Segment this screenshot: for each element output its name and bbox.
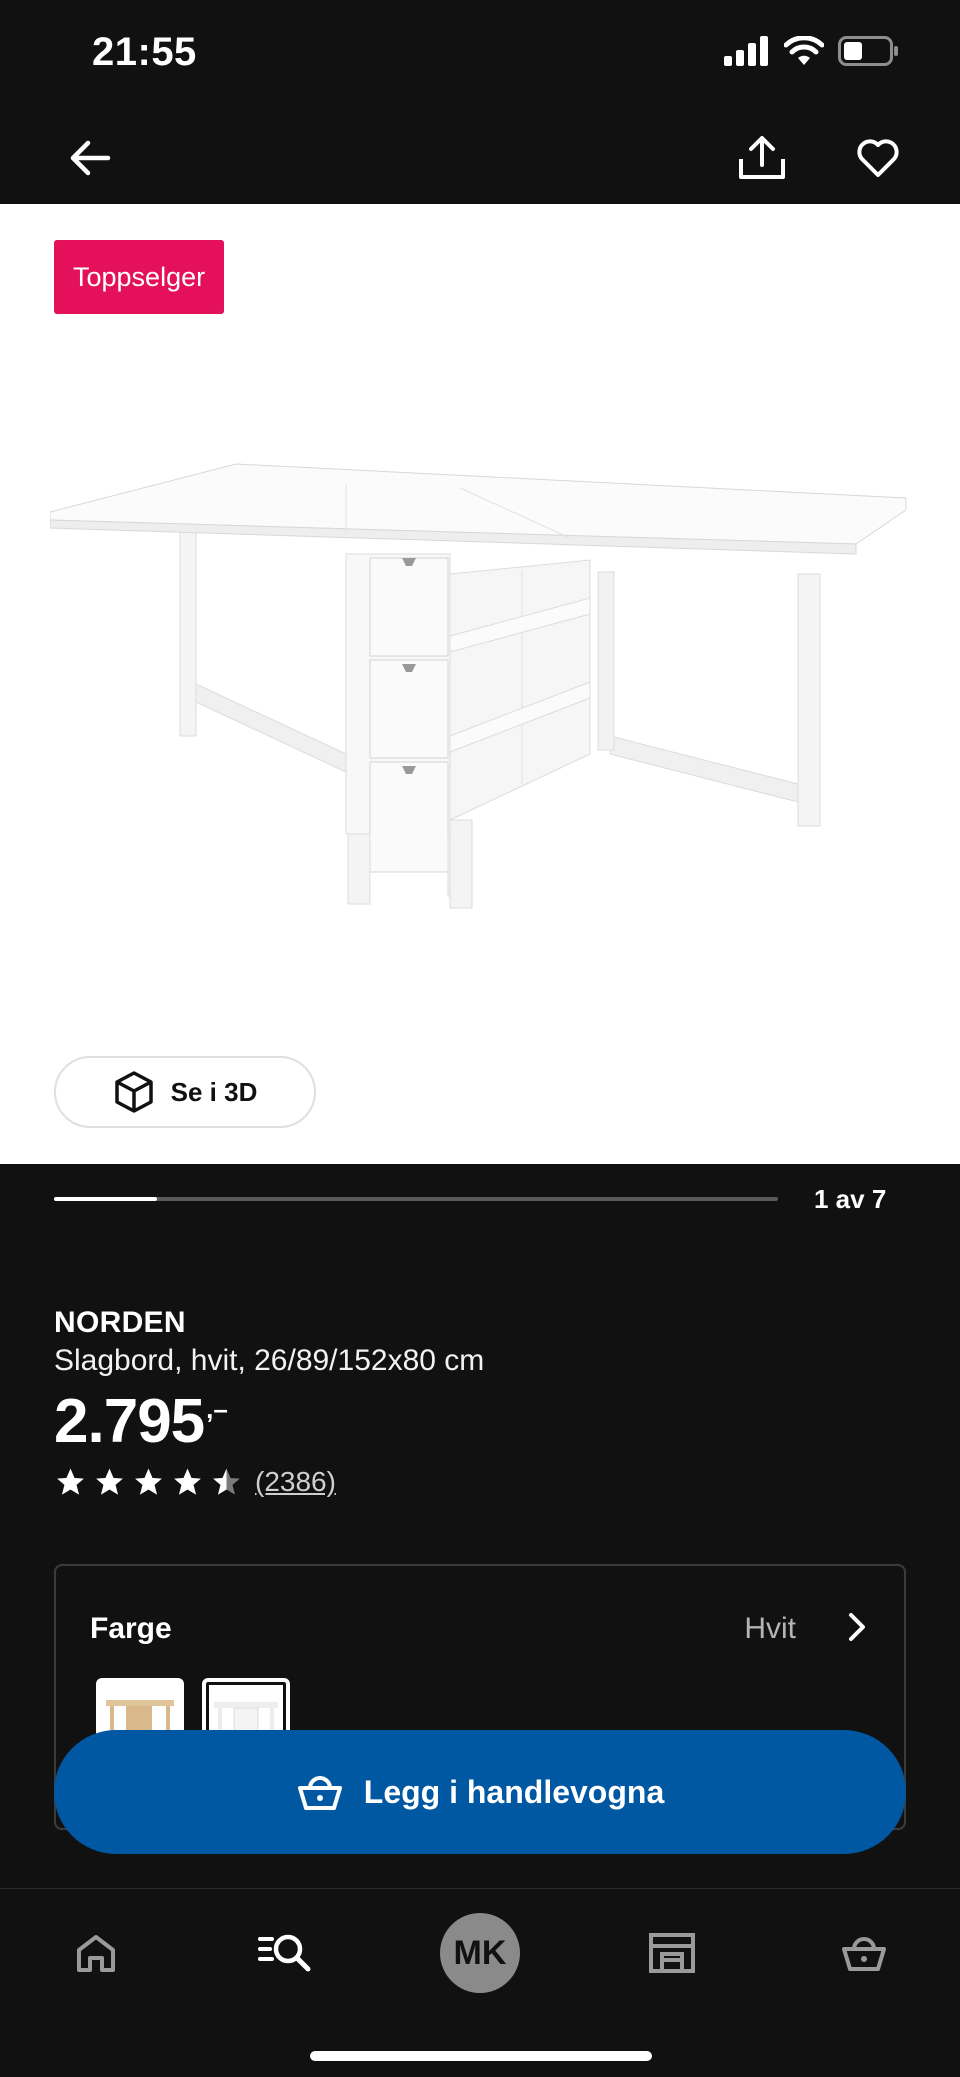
price-main: 2.795 — [54, 1387, 205, 1456]
store-icon — [649, 1933, 695, 1973]
heart-icon — [857, 139, 899, 177]
signal-icon — [724, 36, 768, 66]
cube-icon — [114, 1071, 153, 1113]
basket-icon — [842, 1937, 886, 1971]
status-time: 21:55 — [92, 30, 197, 74]
bottom-nav: MK — [0, 1888, 960, 2077]
price-suffix: ,– — [206, 1394, 228, 1424]
tab-stores[interactable] — [632, 1913, 712, 1993]
top-seller-badge: Toppselger — [54, 240, 225, 314]
product-description: Slagbord, hvit, 26/89/152x80 cm — [54, 1344, 485, 1377]
home-icon — [77, 1935, 115, 1972]
star-full-icon — [96, 1468, 123, 1495]
view-3d-button[interactable]: Se i 3D — [54, 1056, 316, 1128]
chevron-right-icon — [849, 1613, 865, 1641]
tab-cart[interactable] — [824, 1913, 904, 1993]
rating-stars — [54, 1466, 243, 1498]
status-icons — [724, 36, 900, 66]
carousel-progress-track — [54, 1197, 778, 1201]
tab-profile[interactable]: MK — [440, 1913, 520, 1993]
star-half-icon — [213, 1468, 240, 1495]
top-nav — [0, 110, 960, 204]
basket-icon — [297, 1776, 342, 1810]
star-full-icon — [174, 1468, 201, 1495]
carousel-progress-fill — [54, 1197, 158, 1201]
color-label: Farge — [90, 1612, 172, 1645]
tab-search[interactable] — [246, 1913, 326, 1993]
back-button[interactable] — [60, 128, 120, 188]
view-3d-label: Se i 3D — [170, 1076, 258, 1107]
product-name: NORDEN — [54, 1306, 186, 1339]
add-to-cart-label: Legg i handlevogna — [363, 1773, 665, 1810]
star-full-icon — [57, 1468, 84, 1495]
review-count-link[interactable]: (2386) — [255, 1466, 336, 1498]
product-image-area[interactable]: Toppselger Se i 3D — [0, 204, 960, 1164]
share-button[interactable] — [732, 128, 792, 188]
price: 2.795 ,– — [54, 1384, 914, 1460]
back-arrow-icon — [70, 140, 111, 176]
color-value: Hvit — [744, 1612, 796, 1645]
search-icon — [258, 1934, 311, 1972]
home-indicator — [310, 2051, 652, 2061]
add-to-cart-button[interactable]: Legg i handlevogna — [54, 1730, 906, 1854]
favorite-button[interactable] — [848, 128, 908, 188]
carousel-counter: 1 av 7 — [814, 1184, 887, 1214]
status-bar: 21:55 — [0, 0, 960, 110]
share-icon — [739, 136, 785, 179]
avatar: MK — [440, 1913, 520, 1993]
battery-icon — [838, 36, 898, 66]
wifi-icon — [784, 36, 824, 65]
product-image — [50, 463, 907, 909]
rating[interactable]: (2386) — [54, 1466, 914, 1498]
star-full-icon — [135, 1468, 162, 1495]
product-info: NORDEN Slagbord, hvit, 26/89/152x80 cm 2… — [54, 1306, 914, 1498]
tab-home[interactable] — [56, 1913, 136, 1993]
image-carousel-indicator: 1 av 7 — [0, 1164, 960, 1234]
